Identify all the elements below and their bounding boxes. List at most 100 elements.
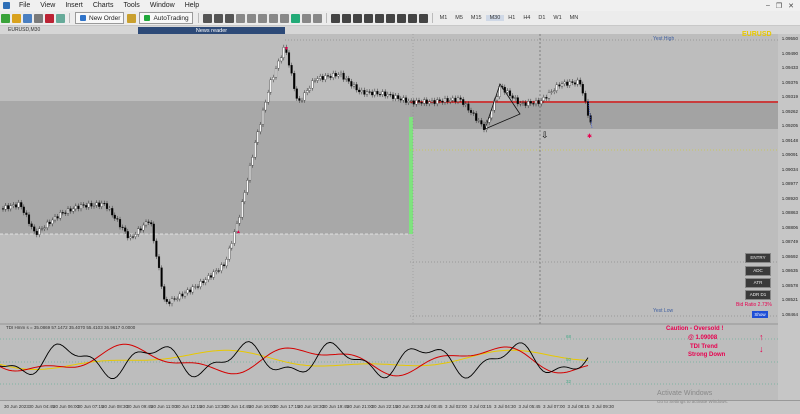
candle-body — [446, 98, 449, 102]
buy-signal-icon: ▲ — [236, 229, 241, 235]
candlestick-icon[interactable] — [213, 13, 223, 23]
periods-icon[interactable] — [301, 13, 311, 23]
menu-view[interactable]: View — [35, 2, 60, 9]
restore-icon[interactable]: ❐ — [776, 2, 782, 10]
close-icon[interactable]: ✕ — [788, 2, 794, 10]
tester-icon[interactable] — [56, 13, 65, 23]
candle-body — [108, 208, 111, 210]
candle-body — [139, 228, 142, 231]
candle-body — [59, 212, 62, 219]
candle-body — [243, 192, 246, 202]
menu-tools[interactable]: Tools — [118, 2, 144, 9]
candle-body — [303, 92, 306, 101]
auto-trading-button[interactable]: AutoTrading — [139, 12, 193, 24]
indicator-header: TDI Hmm s = 35.0869 57.1472 35.4070 55.4… — [6, 325, 136, 330]
label-icon[interactable] — [418, 13, 428, 23]
new-chart-icon[interactable] — [1, 13, 10, 23]
adr-d1-button[interactable]: ADR D1 — [745, 290, 771, 300]
candle-body — [480, 120, 483, 125]
candle-body — [215, 270, 218, 273]
cursor-icon[interactable] — [330, 13, 340, 23]
show-button[interactable]: Show — [752, 311, 768, 318]
horizontal-line-icon[interactable] — [363, 13, 373, 23]
market-watch-icon[interactable] — [23, 13, 32, 23]
candle-body — [519, 103, 522, 105]
new-order-button[interactable]: New Order — [75, 12, 125, 24]
tf-m1[interactable]: M1 — [436, 15, 452, 21]
candle-body — [475, 113, 478, 121]
price-tick: 1.08578 — [781, 282, 798, 288]
terminal-icon[interactable] — [45, 13, 54, 23]
time-tick: 30 Jun 19:45 — [322, 404, 349, 409]
adc-button[interactable]: ADC — [745, 266, 771, 276]
candle-body — [189, 289, 192, 293]
candle-body — [98, 202, 101, 207]
entry-button[interactable]: ENTRY — [745, 253, 771, 263]
price-tick: 1.09262 — [781, 108, 798, 114]
new-order-label: New Order — [89, 14, 121, 22]
tf-h4[interactable]: H4 — [519, 15, 534, 21]
templates-icon[interactable] — [312, 13, 322, 23]
tf-m30[interactable]: M30 — [485, 15, 505, 21]
navigator-icon[interactable] — [34, 13, 43, 23]
indicators-icon[interactable] — [290, 13, 300, 23]
candle-body — [217, 270, 220, 272]
menu-file[interactable]: File — [14, 2, 35, 9]
candle-body — [152, 223, 155, 242]
menu-insert[interactable]: Insert — [60, 2, 88, 9]
tf-mn[interactable]: MN — [566, 15, 583, 21]
candle-body — [532, 103, 535, 105]
chart-shift-icon[interactable] — [279, 13, 289, 23]
time-tick: 30 Jun 16:00 — [249, 404, 276, 409]
candle-body — [514, 97, 517, 99]
candle-body — [183, 292, 187, 297]
time-tick: 30 Jun 14:45 — [224, 404, 251, 409]
candle-body — [376, 91, 379, 95]
candle-body — [553, 90, 556, 92]
line-chart-icon[interactable] — [224, 13, 234, 23]
tf-m15[interactable]: M15 — [467, 15, 486, 21]
candle-body — [358, 89, 361, 93]
trendline-icon[interactable] — [374, 13, 384, 23]
text-icon[interactable] — [407, 13, 417, 23]
candle-body — [113, 214, 116, 219]
bar-chart-icon[interactable] — [202, 13, 212, 23]
candle-body — [521, 102, 525, 104]
candle-body — [272, 77, 275, 80]
candle-body — [238, 217, 241, 224]
range-zone-right — [410, 101, 778, 129]
candle-body — [165, 299, 168, 302]
tile-icon[interactable] — [257, 13, 267, 23]
candle-body — [48, 221, 51, 224]
candle-body — [443, 98, 447, 103]
candle-body — [527, 101, 530, 106]
tf-h1[interactable]: H1 — [504, 15, 519, 21]
candle-body — [584, 93, 587, 102]
zoom-out-icon[interactable] — [246, 13, 256, 23]
profiles-icon[interactable] — [12, 13, 21, 23]
vertical-line-icon[interactable] — [352, 13, 362, 23]
tf-d1[interactable]: D1 — [534, 15, 549, 21]
candle-body — [436, 99, 439, 104]
menu-window[interactable]: Window — [145, 2, 180, 9]
zoom-in-icon[interactable] — [235, 13, 245, 23]
candle-body — [40, 228, 44, 230]
minimize-icon[interactable]: – — [766, 2, 770, 10]
price-tick: 1.09148 — [781, 137, 798, 143]
editor-icon[interactable] — [127, 13, 137, 23]
crosshair-icon[interactable] — [341, 13, 351, 23]
fibonacci-icon[interactable] — [396, 13, 406, 23]
tf-w1[interactable]: W1 — [549, 15, 565, 21]
channel-icon[interactable] — [385, 13, 395, 23]
tf-m5[interactable]: M5 — [451, 15, 467, 21]
candle-body — [251, 157, 254, 166]
autoscroll-icon[interactable] — [268, 13, 278, 23]
candle-body — [43, 227, 46, 229]
candle-body — [456, 97, 460, 102]
menu-charts[interactable]: Charts — [88, 2, 119, 9]
atr-button[interactable]: ATR — [745, 278, 771, 288]
candle-body — [66, 208, 70, 214]
caution-panel: Caution - Oversold ! @ 1.09008 TDI Trend… — [666, 326, 766, 358]
candle-body — [347, 78, 350, 82]
menu-help[interactable]: Help — [180, 2, 204, 9]
